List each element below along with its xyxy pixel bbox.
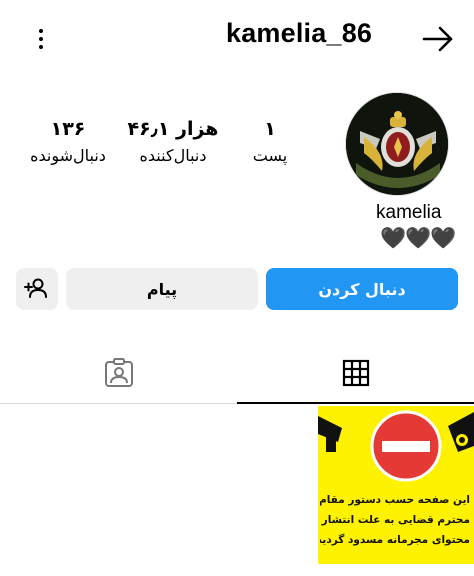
followers-count: ۴۶٫۱ هزار [127,118,219,140]
more-vertical-icon [39,29,43,33]
post-thumbnail[interactable]: این صفحه حسب دستور مقام محترم قضایی به ع… [318,406,474,564]
profile-avatar[interactable] [345,92,449,196]
post-notice-text: این صفحه حسب دستور مقام محترم قضایی به ع… [320,490,470,550]
add-person-icon [24,278,47,298]
stat-posts[interactable]: ۱ پست [238,117,302,167]
profile-tabs [0,342,474,404]
follow-button[interactable]: دنبال کردن [266,268,458,310]
back-button[interactable] [418,22,458,56]
following-label: دنبال‌شونده [30,146,106,165]
tagged-person-icon [104,358,133,387]
posts-count: ۱ [264,118,276,140]
profile-username: kamelia_86 [226,18,373,48]
blocked-notice-graphic [318,406,474,490]
following-count: ۱۳۶ [50,118,86,140]
arrow-right-icon [422,26,453,52]
grid-icon [342,359,369,387]
message-button[interactable]: پیام [66,268,258,310]
suggest-accounts-button[interactable] [16,268,58,310]
followers-label: دنبال‌کننده [139,146,207,165]
profile-header: kamelia_86 [0,0,474,76]
post-notice-line: این صفحه حسب دستور مقام [320,494,470,506]
active-tab-indicator [237,402,474,404]
bio-text: 🖤🖤🖤 [380,226,456,250]
more-options-button[interactable] [26,22,56,56]
emblem-icon [346,93,448,195]
display-name: kamelia [376,202,442,223]
stat-followers[interactable]: ۴۶٫۱ هزار دنبال‌کننده [118,117,228,167]
tab-grid[interactable] [237,342,474,404]
tab-tagged[interactable] [0,342,237,404]
post-notice-line: محترم قضایی به علت انتشار [321,514,470,526]
posts-label: پست [252,146,288,165]
post-notice-line: محتوای مجرمانه مسدود گردید. [320,534,470,546]
stat-following[interactable]: ۱۳۶ دنبال‌شونده [18,117,118,167]
